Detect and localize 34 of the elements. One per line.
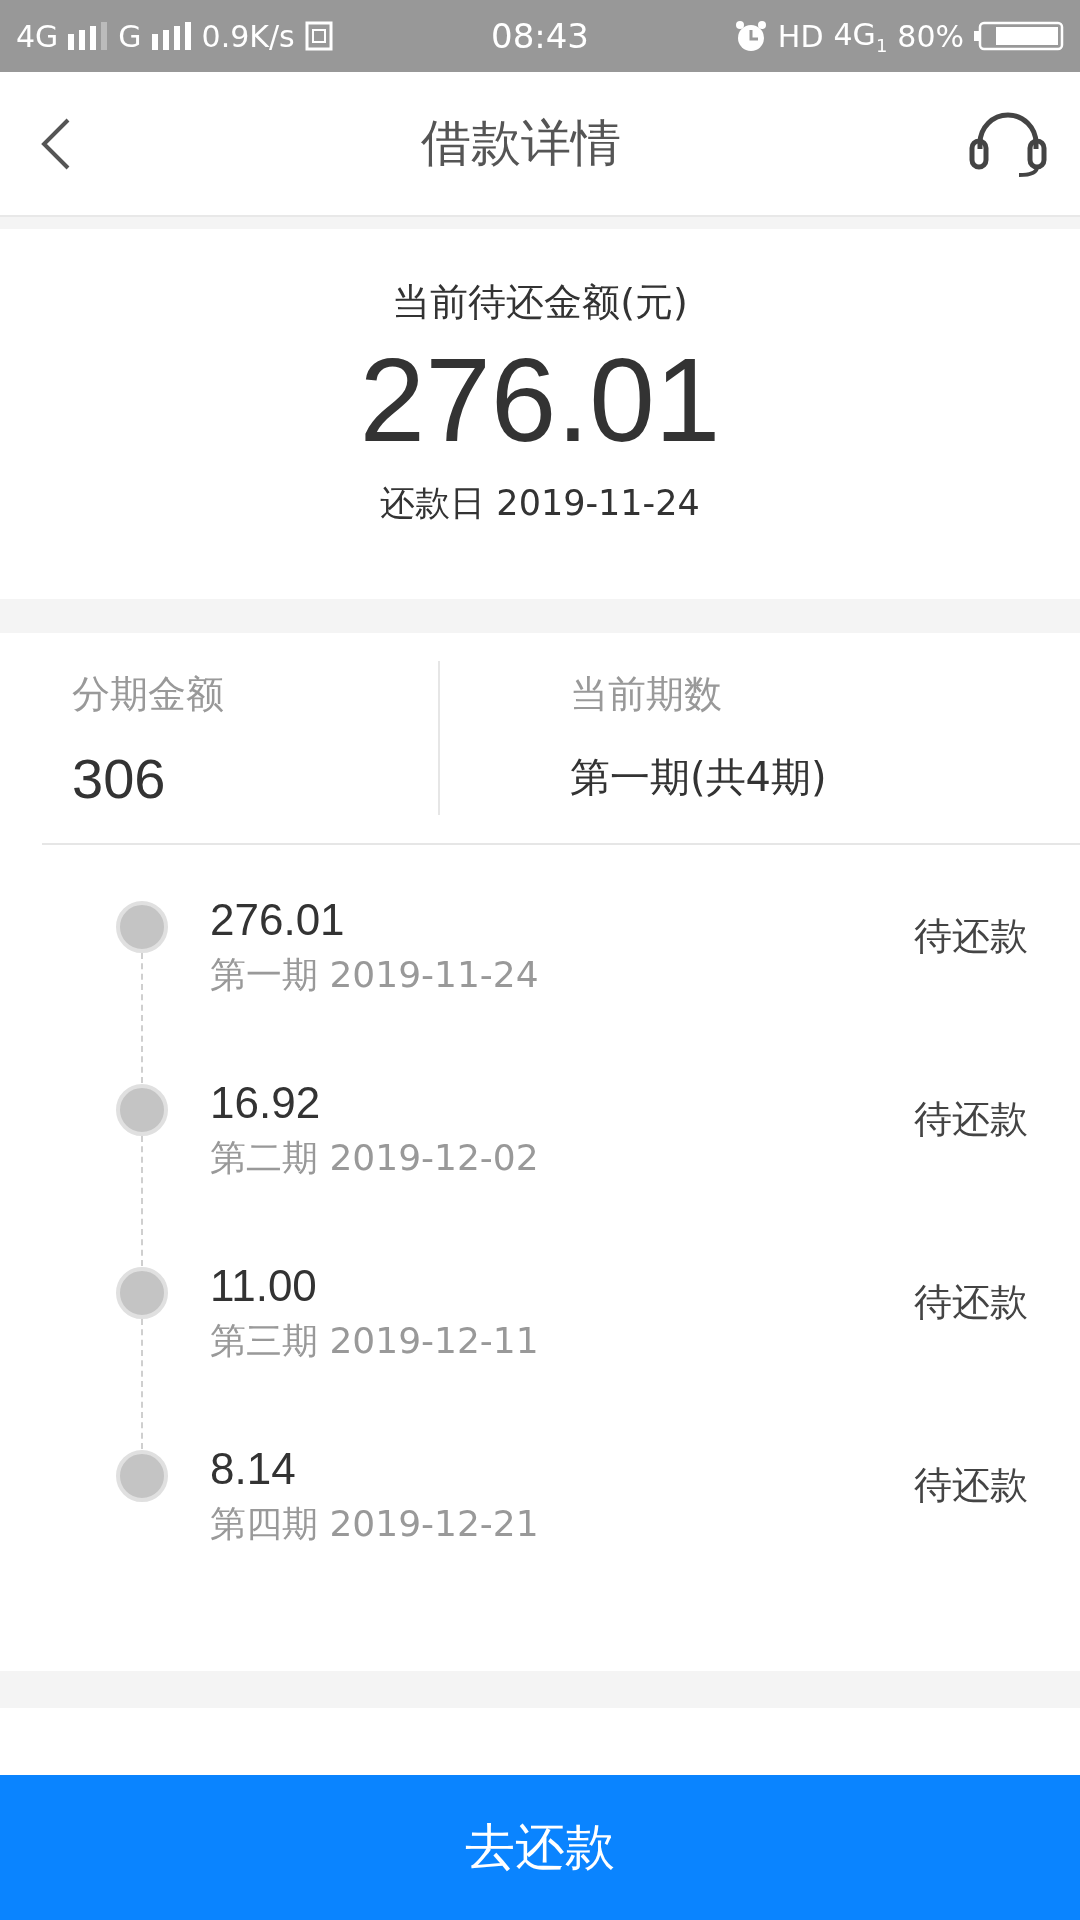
repay-button[interactable]: 去还款: [0, 1775, 1080, 1920]
due-date: 还款日 2019-11-24: [380, 482, 700, 525]
installment-amount: 276.01: [210, 895, 346, 945]
installment-amount: 16.92: [210, 1078, 322, 1128]
status-text: 0.9K/s: [201, 18, 295, 54]
installment-status: 待还款: [914, 1096, 1028, 1143]
status-text: 4G: [16, 18, 59, 54]
info-value: 第一期(共4期): [570, 753, 828, 802]
signal-icon: [68, 22, 109, 50]
info-label: 当前期数: [570, 671, 723, 718]
timeline-dot: [116, 1450, 168, 1502]
status-text: 4G$_{1}$: [833, 16, 888, 56]
sim-card-icon: [304, 21, 333, 51]
installment-status: 待还款: [914, 1462, 1028, 1509]
page-title: 借款详情: [421, 113, 621, 174]
installment-date: 第一期 2019-11-24: [210, 953, 540, 997]
installment-status: 待还款: [914, 913, 1028, 960]
battery-percent: 80%: [897, 18, 964, 54]
signal-icon: [151, 22, 192, 50]
alarm-icon: [733, 19, 768, 53]
installment-status: 待还款: [914, 1279, 1028, 1326]
installment-date: 第四期 2019-12-21: [210, 1502, 540, 1546]
installment-amount: 8.14: [210, 1444, 297, 1494]
status-time: 08:43: [491, 16, 589, 56]
battery-icon: [974, 21, 1064, 51]
installment-amount: 11.00: [210, 1261, 318, 1311]
status-text: G: [118, 18, 142, 54]
status-text: HD: [777, 18, 824, 54]
installment-date: 第三期 2019-12-11: [210, 1319, 540, 1363]
info-value: 306: [72, 746, 167, 811]
balance-label: 当前待还金额(元): [392, 279, 688, 326]
installment-date: 第二期 2019-12-02: [210, 1136, 540, 1180]
balance-amount: 276.01: [359, 333, 721, 468]
info-label: 分期金额: [72, 671, 225, 718]
